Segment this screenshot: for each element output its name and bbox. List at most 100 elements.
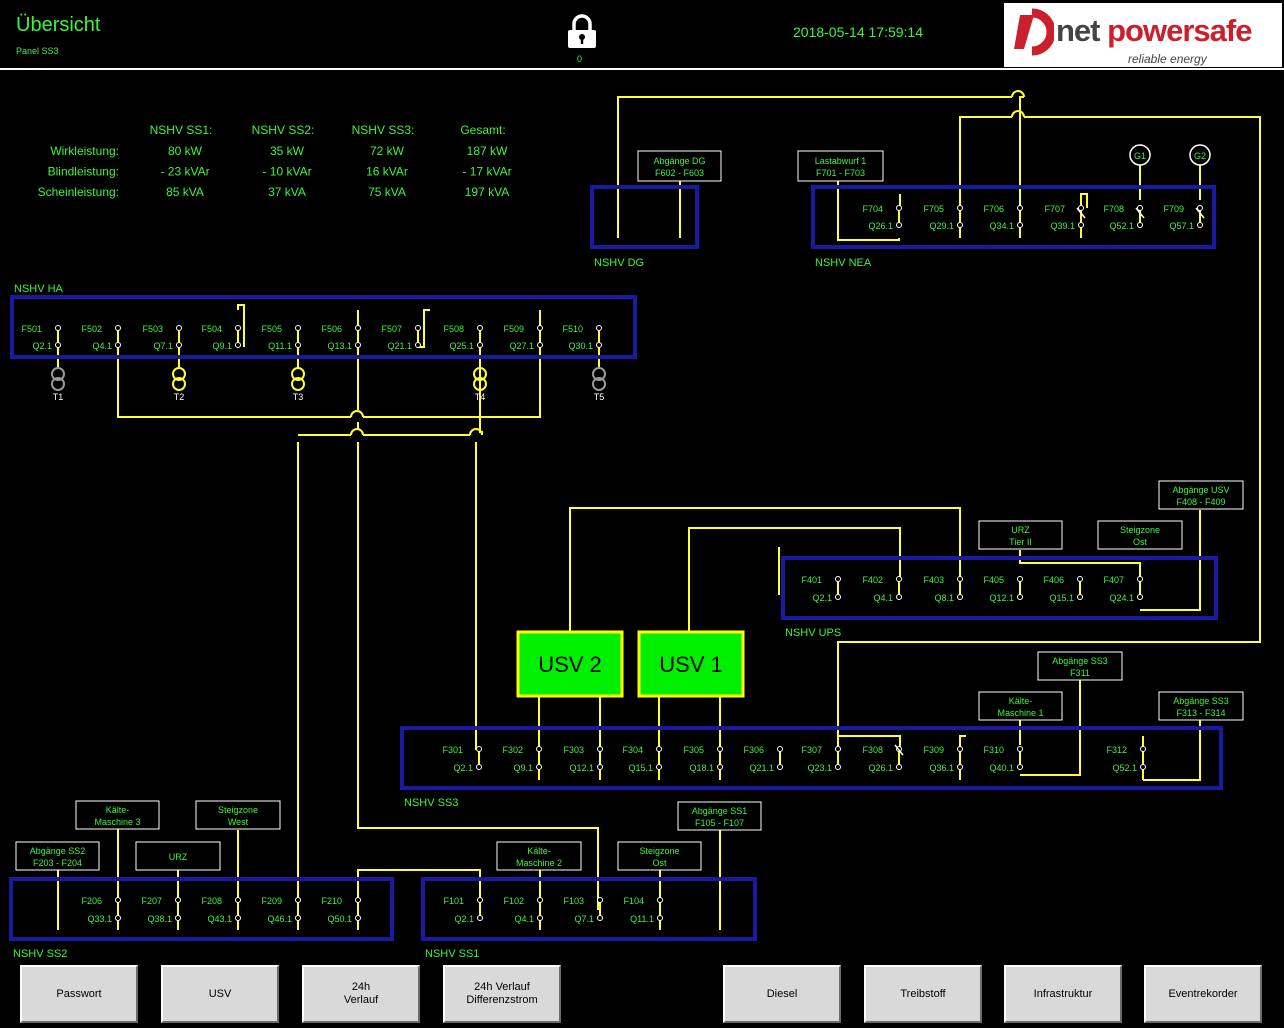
breaker-contact — [835, 576, 841, 582]
line-crossover — [469, 428, 483, 436]
feeder-box-text: Maschine 1 — [997, 708, 1043, 718]
verlauf-24h-button[interactable]: 24h Verlauf — [302, 965, 420, 1023]
breaker-label: Q46.1 — [267, 914, 292, 924]
breaker-label: Q50.1 — [327, 914, 352, 924]
breaker-contact — [597, 746, 603, 752]
feeder-box-text: Abgänge SS3 — [1173, 696, 1229, 706]
breaker-contact — [477, 325, 483, 331]
breaker-label: Q9.1 — [212, 341, 232, 351]
feeder-label: F401 — [801, 575, 822, 585]
feeder-label: F103 — [563, 896, 584, 906]
breaker-contact — [1137, 594, 1143, 600]
breaker-label: Q12.1 — [989, 593, 1014, 603]
breaker-contact — [537, 325, 543, 331]
feeder-box-text: F408 - F409 — [1176, 497, 1225, 507]
power-row-label: Blindleistung: — [48, 165, 119, 179]
generator-label: G1 — [1134, 151, 1146, 161]
breaker-label: Q2.1 — [453, 763, 473, 773]
breaker-label: Q34.1 — [989, 221, 1014, 231]
breaker-label: Q12.1 — [569, 763, 594, 773]
breaker-label: Q52.1 — [1112, 763, 1137, 773]
breaker-label: Q11.1 — [268, 341, 292, 351]
transformer-label: T4 — [475, 392, 486, 402]
feeder-label: F707 — [1044, 204, 1065, 214]
differenzstrom-24h-button[interactable]: 24h Verlauf Differenzstrom — [443, 965, 561, 1023]
treibstoff-button[interactable]: Treibstoff — [864, 965, 982, 1023]
diesel-button[interactable]: Diesel — [723, 965, 841, 1023]
breaker-label: Q40.1 — [989, 763, 1014, 773]
power-column-header: NSHV SS3: — [352, 123, 415, 137]
feeder-box-text: Ost — [1133, 537, 1148, 547]
feeder-label: F102 — [503, 896, 524, 906]
breaker-contact — [355, 897, 361, 903]
feeder-label: F405 — [983, 575, 1004, 585]
feeder-label: F308 — [862, 745, 883, 755]
power-column-header: NSHV SS2: — [252, 123, 315, 137]
breaker-contact — [1137, 222, 1143, 228]
feeder-box-text: F311 — [1070, 668, 1090, 678]
breaker-contact — [115, 325, 121, 331]
usv-button[interactable]: USV — [161, 965, 279, 1023]
breaker-label: Q30.1 — [568, 341, 593, 351]
breaker-contact — [896, 764, 902, 770]
feeder-label: F210 — [321, 896, 342, 906]
breaker-contact — [657, 915, 663, 921]
feeder-box-text: F105 - F107 — [695, 818, 744, 828]
breaker-label: Q2.1 — [812, 593, 832, 603]
feeder-label: F101 — [443, 896, 464, 906]
passwort-button[interactable]: Passwort — [20, 965, 138, 1023]
feeder-box-text: F701 - F703 — [816, 168, 865, 178]
breaker-label: Q23.1 — [807, 763, 832, 773]
feeder-label: F706 — [983, 204, 1004, 214]
panel-frame — [9, 877, 394, 941]
feeder-label: F403 — [923, 575, 944, 585]
feeder-label: F402 — [862, 575, 883, 585]
breaker-contact — [596, 325, 602, 331]
feeder-label: F507 — [381, 324, 402, 334]
power-value: 75 kVA — [368, 185, 406, 199]
ups-units: USV 2 USV 1 — [516, 630, 745, 698]
feeder-box-text: West — [228, 817, 249, 827]
breaker-contact — [896, 205, 902, 211]
feeder-box-text: Steigzone — [1120, 525, 1160, 535]
feeder-box-text: Lastabwurf 1 — [815, 156, 867, 166]
breaker-contact — [1077, 576, 1083, 582]
breaker-contact — [717, 746, 723, 752]
feeder-label: F303 — [563, 745, 584, 755]
single-line-diagram: NSHV SS1: NSHV SS2: NSHV SS3: Gesamt: Wirkle… — [9, 90, 1261, 960]
feeder-box-text: Kälte- — [527, 846, 551, 856]
breaker-contact — [957, 222, 963, 228]
breaker-contact — [597, 764, 603, 770]
generator-label: G2 — [1194, 151, 1206, 161]
feeder-label: F307 — [801, 745, 822, 755]
breaker-label: Q4.1 — [514, 914, 534, 924]
eventrekorder-button[interactable]: Eventrekorder — [1144, 965, 1262, 1023]
feeder-label: F508 — [443, 324, 464, 334]
line-crossover — [350, 410, 364, 418]
breaker-contact — [295, 342, 301, 348]
breaker-contact — [176, 325, 182, 331]
feeder-label: F304 — [622, 745, 643, 755]
breaker-contact — [835, 764, 841, 770]
feeder-label: F310 — [983, 745, 1004, 755]
power-column-header: NSHV SS1: — [150, 123, 213, 137]
breaker-contact — [537, 342, 543, 348]
power-value: 72 kW — [370, 144, 405, 158]
breaker-contact — [537, 897, 543, 903]
breaker-contact — [235, 897, 241, 903]
line-crossover — [1011, 110, 1025, 118]
power-column-header: Gesamt: — [460, 123, 505, 137]
infrastruktur-button[interactable]: Infrastruktur — [1004, 965, 1122, 1023]
breaker-contact — [1197, 222, 1203, 228]
panel-name: NSHV HA — [14, 283, 64, 295]
transformer-label: T1 — [53, 392, 64, 402]
power-value: 35 kW — [270, 144, 305, 158]
ups-unit-label: USV 1 — [659, 652, 723, 677]
feeder-box-text: Abgänge SS3 — [1052, 656, 1108, 666]
breaker-label: Q9.1 — [513, 763, 533, 773]
breaker-contact — [1077, 594, 1083, 600]
feeder-label: F309 — [923, 745, 944, 755]
breaker-label: Q27.1 — [509, 341, 534, 351]
feeder-box-text: URZ — [169, 852, 188, 862]
breaker-contact — [597, 915, 603, 921]
